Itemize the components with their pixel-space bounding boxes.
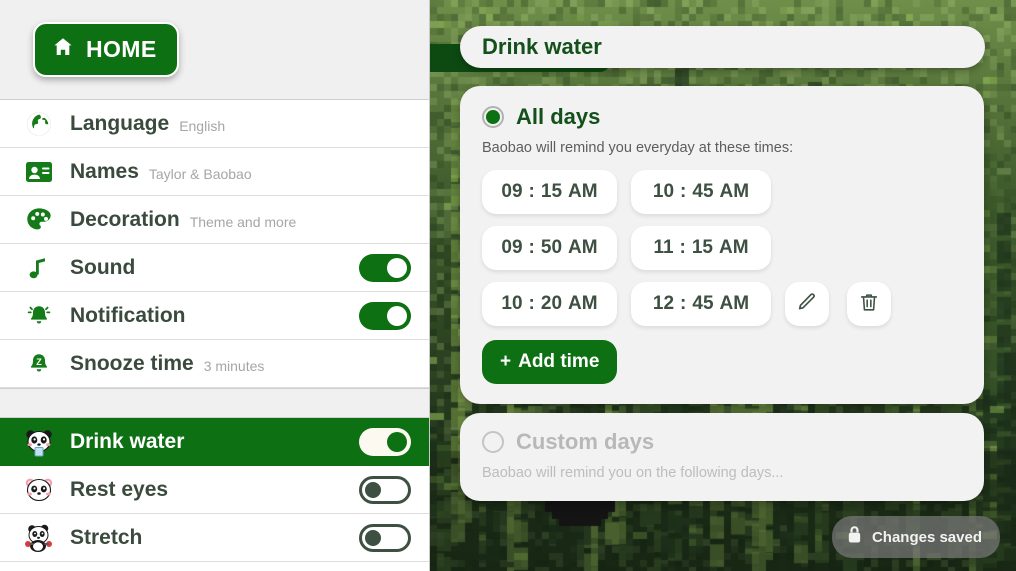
time-period: AM bbox=[719, 293, 750, 314]
custom-days-option[interactable]: Custom days bbox=[482, 429, 962, 455]
time-chip[interactable]: 09 : 50 AM bbox=[482, 226, 617, 270]
sidebar-item-notification[interactable]: Notification bbox=[0, 292, 429, 340]
notification-toggle[interactable] bbox=[359, 301, 411, 330]
globe-icon bbox=[22, 110, 56, 138]
sidebar-item-value: Theme and more bbox=[189, 213, 297, 230]
home-button-label: HOME bbox=[86, 36, 157, 62]
sidebar-item-label: Sound bbox=[70, 255, 136, 279]
sidebar-item-sound[interactable]: Sound bbox=[0, 244, 429, 292]
status-badge[interactable]: Changes saved bbox=[831, 516, 1000, 558]
add-time-label: Add time bbox=[518, 351, 600, 372]
time-hour: 09 bbox=[501, 181, 523, 202]
sidebar-item-stretch[interactable]: Stretch bbox=[0, 514, 429, 562]
app-window: HOME Language English Names Taylor & Bao… bbox=[0, 0, 1016, 571]
sidebar-item-label: Notification bbox=[70, 303, 186, 327]
main-panel: Drink water All days Baobao will remind … bbox=[430, 0, 1016, 571]
time-period: AM bbox=[719, 237, 749, 258]
time-period: AM bbox=[568, 237, 598, 258]
sidebar-item-language[interactable]: Language English bbox=[0, 100, 429, 148]
sidebar-item-label: Decoration bbox=[70, 207, 180, 231]
sidebar-item-label: Language bbox=[70, 111, 170, 135]
contact-card-icon bbox=[22, 160, 56, 184]
all-days-option[interactable]: All days bbox=[482, 104, 962, 130]
palette-icon bbox=[22, 206, 56, 234]
time-colon: : bbox=[680, 293, 687, 314]
sidebar-item-label: Rest eyes bbox=[70, 477, 169, 501]
time-period: AM bbox=[719, 181, 750, 202]
sidebar-item-decoration[interactable]: Decoration Theme and more bbox=[0, 196, 429, 244]
time-colon: : bbox=[679, 237, 686, 258]
sidebar-group-separator bbox=[0, 388, 429, 418]
time-minute: 20 bbox=[540, 293, 563, 314]
custom-days-title: Custom days bbox=[516, 429, 655, 454]
time-colon: : bbox=[528, 237, 535, 258]
panda-rest-icon bbox=[22, 474, 56, 506]
lock-icon bbox=[846, 525, 863, 549]
custom-days-description: Baobao will remind you on the following … bbox=[482, 465, 784, 481]
time-hour: 09 bbox=[501, 237, 523, 258]
sidebar-item-label: Stretch bbox=[70, 525, 143, 549]
edit-time-button[interactable] bbox=[785, 282, 829, 326]
time-colon: : bbox=[528, 293, 535, 314]
sidebar-item-snooze-time[interactable]: Z Snooze time 3 minutes bbox=[0, 340, 429, 388]
stretch-toggle[interactable] bbox=[359, 523, 411, 552]
page-title: Drink water bbox=[482, 34, 602, 59]
sidebar-item-rest-eyes[interactable]: Rest eyes bbox=[0, 466, 429, 514]
all-days-card: All days Baobao will remind you everyday… bbox=[460, 86, 984, 404]
trash-icon bbox=[858, 291, 880, 318]
plus-icon: + bbox=[500, 351, 512, 372]
bell-ring-icon bbox=[22, 302, 56, 330]
all-days-description: Baobao will remind you everyday at these… bbox=[482, 140, 794, 156]
times-grid: 09 : 15 AM 10 : 45 AM 09 : 50 AM 11: 15… bbox=[482, 170, 962, 326]
panda-stretch-icon bbox=[22, 522, 56, 554]
time-minute: 45 bbox=[692, 181, 714, 202]
sidebar: HOME Language English Names Taylor & Bao… bbox=[0, 0, 430, 571]
custom-days-card: Custom days Baobao will remind you on th… bbox=[460, 413, 984, 501]
sound-toggle[interactable] bbox=[359, 253, 411, 282]
music-note-icon bbox=[22, 254, 56, 282]
time-hour: 10 bbox=[652, 181, 675, 202]
all-days-radio[interactable] bbox=[482, 106, 504, 128]
panda-drink-icon bbox=[22, 426, 56, 458]
drink-water-toggle[interactable] bbox=[359, 427, 411, 456]
home-button[interactable]: HOME bbox=[33, 22, 179, 77]
time-minute: 15 bbox=[540, 181, 563, 202]
sidebar-item-partial[interactable] bbox=[0, 562, 429, 571]
time-chip[interactable]: 09 : 15 AM bbox=[482, 170, 617, 214]
svg-text:Z: Z bbox=[36, 357, 42, 367]
sidebar-item-drink-water[interactable]: Drink water bbox=[0, 418, 429, 466]
time-chip[interactable]: 10 : 45 AM bbox=[631, 170, 771, 214]
home-icon bbox=[51, 35, 75, 64]
sidebar-item-value: Taylor & Baobao bbox=[148, 165, 252, 182]
sidebar-item-names[interactable]: Names Taylor & Baobao bbox=[0, 148, 429, 196]
sidebar-item-value: English bbox=[179, 117, 226, 134]
delete-time-button[interactable] bbox=[847, 282, 891, 326]
rest-eyes-toggle[interactable] bbox=[359, 475, 411, 504]
time-minute: 15 bbox=[691, 237, 713, 258]
sidebar-item-value: 3 minutes bbox=[203, 357, 265, 374]
time-hour: 10 bbox=[501, 293, 523, 314]
time-hour: 12 bbox=[652, 293, 675, 314]
time-chip[interactable]: 12 : 45 AM bbox=[631, 282, 771, 326]
time-colon: : bbox=[528, 181, 535, 202]
add-time-button[interactable]: + Add time bbox=[482, 340, 618, 384]
time-chip[interactable]: 11 : 15 AM bbox=[631, 226, 771, 270]
all-days-title: All days bbox=[516, 104, 601, 129]
time-hour: 11 bbox=[653, 237, 674, 258]
sidebar-item-label: Snooze time bbox=[70, 351, 194, 375]
sidebar-header: HOME bbox=[0, 0, 429, 100]
time-period: AM bbox=[568, 181, 598, 202]
sidebar-item-label: Drink water bbox=[70, 429, 185, 453]
status-label: Changes saved bbox=[871, 528, 982, 546]
sidebar-item-label: Names bbox=[70, 159, 139, 183]
time-minute: 50 bbox=[540, 237, 563, 258]
time-minute: 45 bbox=[692, 293, 714, 314]
time-chip[interactable]: 10 : 20 AM bbox=[482, 282, 617, 326]
time-period: AM bbox=[568, 293, 598, 314]
time-colon: : bbox=[680, 181, 687, 202]
pencil-icon bbox=[796, 291, 818, 318]
custom-days-radio[interactable] bbox=[482, 431, 504, 453]
bell-snooze-icon: Z bbox=[22, 350, 56, 378]
reminder-title-bar: Drink water bbox=[460, 26, 985, 68]
